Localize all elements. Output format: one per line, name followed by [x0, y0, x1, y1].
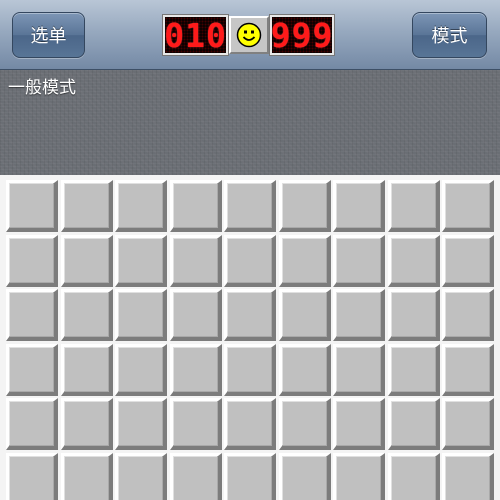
- mine-cell[interactable]: [169, 398, 222, 450]
- mine-cell[interactable]: [6, 234, 58, 287]
- smiley-face-button[interactable]: [229, 16, 269, 54]
- mine-cell[interactable]: [333, 234, 385, 287]
- top-toolbar: 选单 010 999 模式: [0, 0, 500, 70]
- mine-cell[interactable]: [169, 289, 222, 341]
- mine-cell[interactable]: [442, 289, 494, 341]
- mine-cell[interactable]: [6, 398, 58, 450]
- mine-cell[interactable]: [169, 234, 222, 287]
- mine-cell[interactable]: [224, 234, 276, 287]
- mine-cell[interactable]: [333, 289, 385, 341]
- mode-button[interactable]: 模式: [412, 12, 487, 58]
- smiley-face-icon: [236, 22, 262, 48]
- mine-cell[interactable]: [169, 180, 222, 232]
- mine-cell[interactable]: [278, 289, 331, 341]
- mine-cell[interactable]: [442, 398, 494, 450]
- mine-cell[interactable]: [387, 180, 440, 232]
- mine-cell[interactable]: [224, 343, 276, 396]
- mine-cell[interactable]: [333, 180, 385, 232]
- mine-cell[interactable]: [224, 180, 276, 232]
- mine-cell[interactable]: [224, 289, 276, 341]
- mine-cell[interactable]: [387, 398, 440, 450]
- menu-button[interactable]: 选单: [12, 12, 85, 58]
- mine-cell[interactable]: [115, 180, 167, 232]
- mine-counter: 010: [162, 14, 229, 56]
- mine-cell[interactable]: [60, 289, 113, 341]
- mine-cell[interactable]: [6, 452, 58, 500]
- mine-cell[interactable]: [60, 343, 113, 396]
- mine-cell[interactable]: [224, 398, 276, 450]
- mine-cell[interactable]: [6, 289, 58, 341]
- mine-cell[interactable]: [387, 343, 440, 396]
- mine-cell[interactable]: [278, 398, 331, 450]
- mine-cell[interactable]: [115, 289, 167, 341]
- mine-cell[interactable]: [278, 343, 331, 396]
- mine-cell[interactable]: [60, 180, 113, 232]
- mine-cell[interactable]: [333, 343, 385, 396]
- mine-cell[interactable]: [387, 452, 440, 500]
- mine-cell[interactable]: [60, 234, 113, 287]
- mine-cell[interactable]: [6, 343, 58, 396]
- mine-cell[interactable]: [442, 343, 494, 396]
- game-mode-label: 一般模式: [8, 78, 76, 98]
- minefield-grid: [0, 175, 500, 500]
- mine-cell[interactable]: [115, 452, 167, 500]
- mine-cell[interactable]: [6, 180, 58, 232]
- mine-cell[interactable]: [387, 289, 440, 341]
- timer-counter: 999: [269, 14, 335, 56]
- mine-cell[interactable]: [115, 398, 167, 450]
- mine-cell[interactable]: [169, 452, 222, 500]
- mine-cell[interactable]: [224, 452, 276, 500]
- mine-cell[interactable]: [442, 452, 494, 500]
- mine-cell[interactable]: [169, 343, 222, 396]
- mine-cell[interactable]: [60, 452, 113, 500]
- mine-cell[interactable]: [115, 234, 167, 287]
- mine-cell[interactable]: [115, 343, 167, 396]
- mine-cell[interactable]: [333, 452, 385, 500]
- mine-cell[interactable]: [278, 180, 331, 232]
- mine-cell[interactable]: [278, 234, 331, 287]
- mine-cell[interactable]: [333, 398, 385, 450]
- mine-cell[interactable]: [387, 234, 440, 287]
- mine-cell[interactable]: [442, 234, 494, 287]
- mine-cell[interactable]: [278, 452, 331, 500]
- mine-cell[interactable]: [60, 398, 113, 450]
- mine-cell[interactable]: [442, 180, 494, 232]
